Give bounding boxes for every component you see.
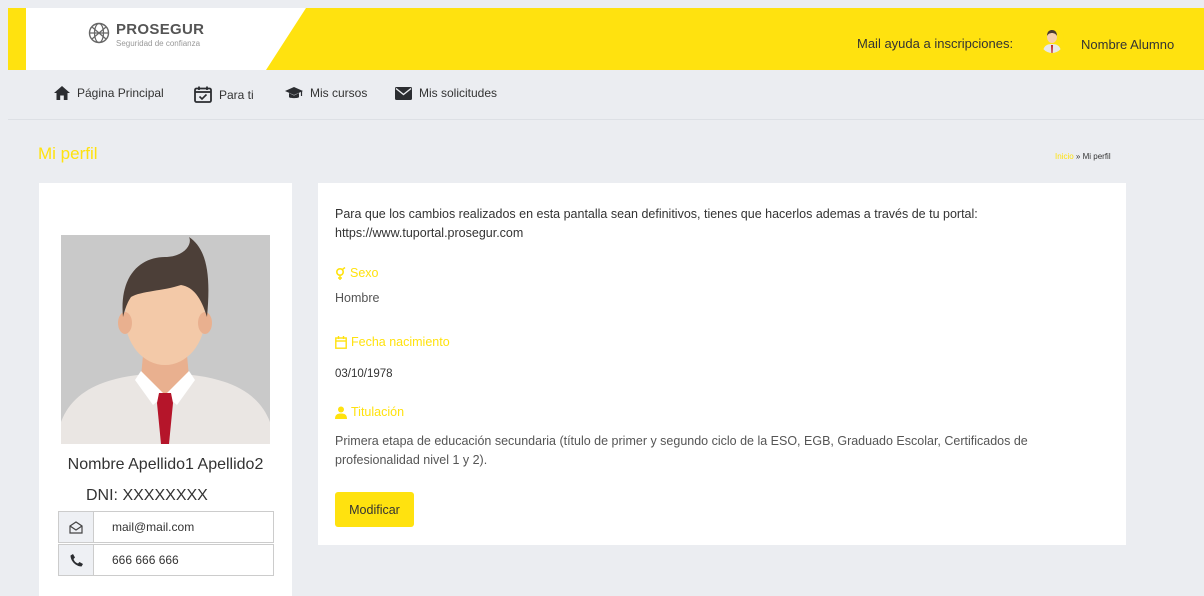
birth-label-text: Fecha nacimiento	[351, 335, 450, 349]
breadcrumb: Inicio » Mi perfil	[1055, 152, 1111, 161]
birth-label: Fecha nacimiento	[335, 335, 450, 349]
main-nav: Página Principal Para ti Mis cursos Mis …	[8, 70, 1204, 120]
profile-dni: DNI: XXXXXXXX	[86, 487, 208, 505]
email-value: mail@mail.com	[112, 520, 195, 534]
modify-button[interactable]: Modificar	[335, 492, 414, 527]
degree-value: Primera etapa de educación secundaria (t…	[335, 434, 1028, 467]
portal-link[interactable]: https://www.tuportal.prosegur.com	[335, 226, 523, 240]
help-mail-label[interactable]: Mail ayuda a inscripciones:	[857, 36, 1013, 51]
page-title: Mi perfil	[38, 144, 98, 163]
nav-item-mis-cursos[interactable]: Mis cursos	[285, 86, 367, 100]
nav-label-para-ti: Para ti	[219, 87, 254, 102]
nav-item-mis-solicitudes[interactable]: Mis solicitudes	[395, 86, 497, 100]
dni-value: XXXXXXXX	[122, 487, 208, 504]
phone-field: 666 666 666	[58, 544, 274, 576]
breadcrumb-current: Mi perfil	[1082, 152, 1111, 161]
user-avatar[interactable]	[1040, 27, 1064, 53]
intro-message: Para que los cambios realizados en esta …	[335, 207, 978, 221]
logo[interactable]: PROSEGUR Seguridad de confianza	[26, 8, 306, 70]
degree-label-text: Titulación	[351, 405, 405, 419]
nav-label-mis-solicitudes: Mis solicitudes	[419, 86, 498, 100]
phone-value: 666 666 666	[112, 553, 179, 567]
dni-label: DNI:	[86, 487, 118, 504]
nav-item-home[interactable]: Página Principal	[54, 86, 164, 100]
venus-mars-icon	[335, 266, 346, 280]
logo-tagline: Seguridad de confianza	[116, 39, 201, 48]
user-name[interactable]: Nombre Alumno	[1081, 37, 1174, 52]
profile-full-name: Nombre Apellido1 Apellido2	[67, 456, 264, 473]
envelope-icon	[395, 86, 412, 100]
user-tie-icon	[335, 406, 347, 419]
profile-photo	[61, 235, 270, 444]
home-icon	[54, 86, 70, 100]
envelope-open-icon	[59, 512, 94, 542]
calendar-check-icon	[194, 86, 212, 103]
graduation-cap-icon	[285, 87, 303, 99]
degree-label: Titulación	[335, 405, 404, 419]
breadcrumb-separator: »	[1073, 152, 1083, 161]
sex-label: Sexo	[335, 266, 379, 280]
birth-value: 03/10/1978	[335, 368, 393, 380]
logo-name: PROSEGUR	[116, 21, 205, 38]
globe-icon	[88, 22, 110, 44]
phone-icon	[59, 545, 94, 575]
top-bar: PROSEGUR Seguridad de confianza Mail ayu…	[8, 8, 1204, 70]
calendar-icon	[335, 335, 347, 349]
sex-label-text: Sexo	[350, 266, 379, 280]
nav-label-mis-cursos: Mis cursos	[310, 86, 368, 100]
sex-value: Hombre	[335, 291, 380, 305]
profile-card: Nombre Apellido1 Apellido2 DNI: XXXXXXXX…	[39, 183, 292, 596]
email-field: mail@mail.com	[58, 511, 274, 543]
breadcrumb-home-link[interactable]: Inicio	[1055, 152, 1074, 161]
intro-text: Para que los cambios realizados en esta …	[335, 205, 1115, 243]
nav-item-para-ti[interactable]: Para ti	[194, 86, 254, 103]
nav-label-home: Página Principal	[77, 86, 164, 100]
details-card: Para que los cambios realizados en esta …	[318, 183, 1126, 545]
